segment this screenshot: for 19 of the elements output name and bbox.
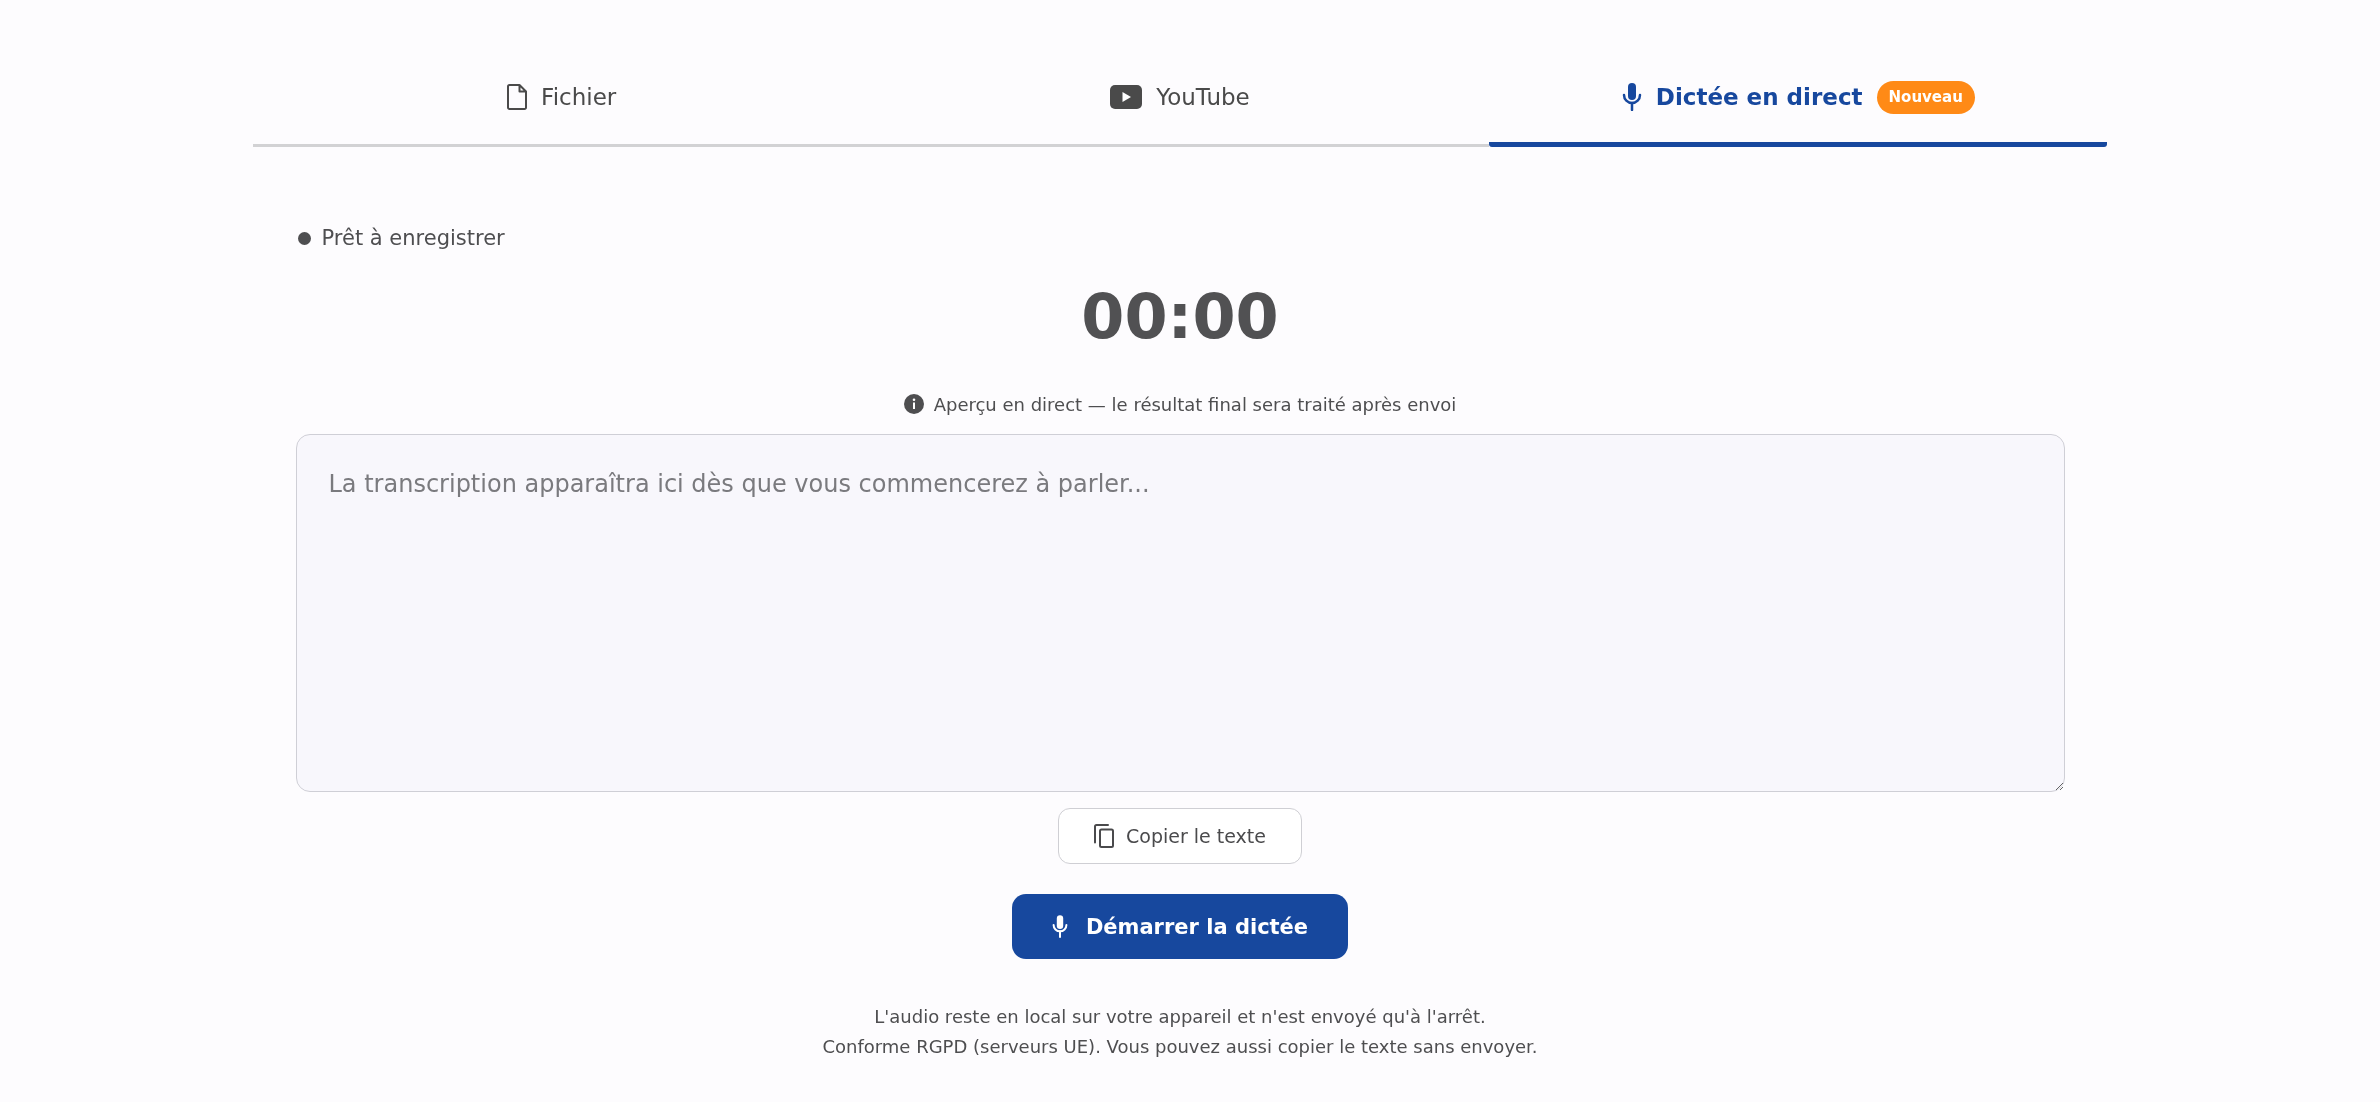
timer-display: 00:00 (1081, 280, 1279, 354)
tab[interactable]: YouTube (870, 52, 1490, 147)
microphone-icon (1051, 915, 1068, 938)
transcript-field[interactable]: La transcription apparaîtra ici dès que vous commencerez à parler... (295, 434, 2065, 792)
video-play-icon (1110, 85, 1143, 109)
copy-text-button[interactable]: Copier le texte (1058, 808, 1302, 864)
microphone-icon (1621, 83, 1642, 111)
copy-icon (1094, 824, 1114, 848)
status-text: Prêt à enregistrer (321, 226, 505, 250)
document-icon (507, 84, 528, 110)
info-note: Aperçu en direct — le résultat final sera traité après envoi (933, 393, 1457, 415)
tab[interactable]: Dictée en direct Nouveau (1489, 52, 2108, 147)
status-dot-icon (297, 231, 311, 245)
start-dictation-button[interactable]: Démarrer la dictée (1012, 894, 1348, 959)
privacy-note: Conforme RGPD (serveurs UE). Vous pouvez aussi copier le texte sans envoyer. (822, 1035, 1538, 1059)
tab[interactable]: Fichier (252, 52, 871, 147)
privacy-note: L'audio reste en local sur votre appareil et n'est envoyé qu'à l'arrêt. (874, 1005, 1486, 1029)
info-icon (903, 394, 924, 414)
new-badge: Nouveau (1876, 80, 1975, 114)
